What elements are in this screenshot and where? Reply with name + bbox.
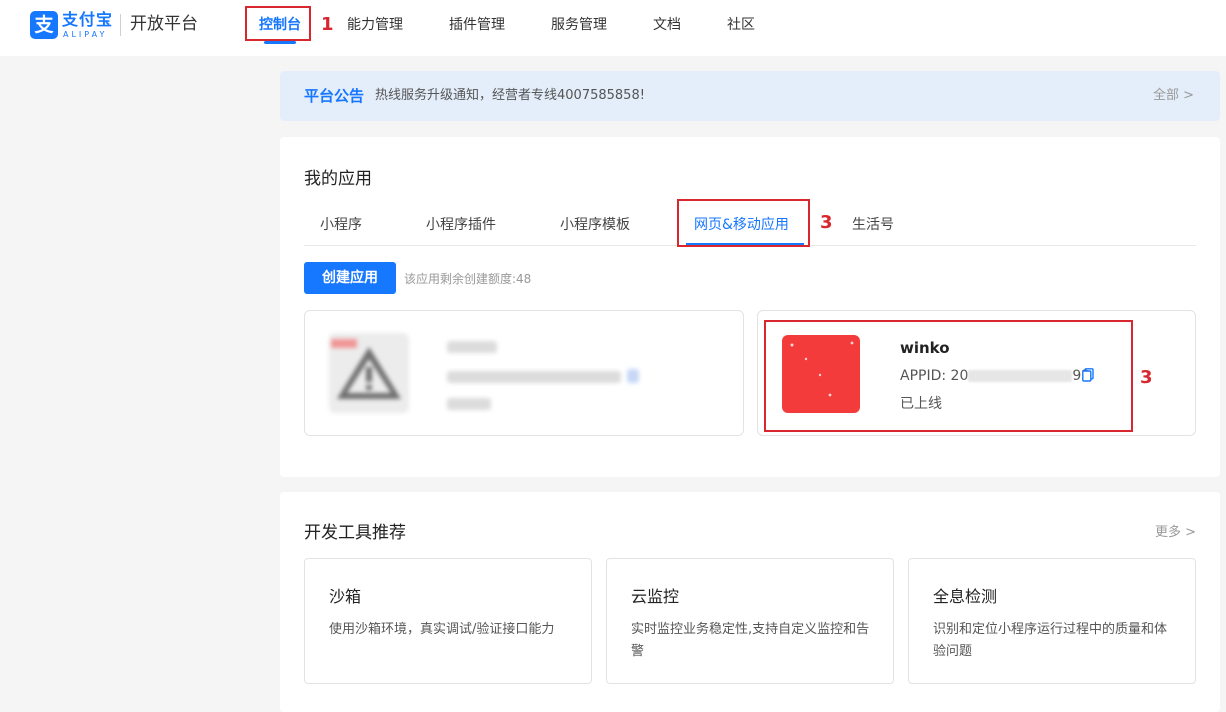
- tab-divider: [304, 245, 1196, 246]
- annotation-number-3-app: 3: [1140, 367, 1153, 388]
- top-navbar: 支 支付宝 ALIPAY 开放平台 控制台 能力管理 插件管理 服务管理 文档 …: [0, 0, 1226, 56]
- app-card-winko[interactable]: winko APPID: 20 92 已上线: [757, 310, 1196, 436]
- blurred-name: [447, 341, 497, 353]
- tab-miniprogram[interactable]: 小程序: [320, 216, 362, 234]
- dev-tools-more-link[interactable]: 更多 >: [1155, 525, 1196, 541]
- nav-capability[interactable]: 能力管理: [347, 16, 403, 34]
- tool-desc: 识别和定位小程序运行过程中的质量和体验问题: [933, 622, 1168, 659]
- annotation-number-3-tab: 3: [820, 212, 833, 233]
- dev-tools-title: 开发工具推荐: [304, 523, 406, 543]
- tool-title: 沙箱: [329, 587, 362, 606]
- tool-card-sandbox[interactable]: 沙箱 使用沙箱环境，真实调试/验证接口能力: [304, 558, 592, 684]
- tab-web-mobile-app[interactable]: 网页&移动应用: [694, 216, 789, 234]
- create-app-button[interactable]: 创建应用: [304, 262, 396, 294]
- copy-icon[interactable]: [1082, 368, 1094, 382]
- my-apps-title: 我的应用: [304, 169, 372, 189]
- nav-plugin[interactable]: 插件管理: [449, 16, 505, 34]
- platform-title[interactable]: 开放平台: [130, 13, 198, 35]
- nav-community[interactable]: 社区: [727, 16, 755, 34]
- tool-card-cloud-monitor[interactable]: 云监控 实时监控业务稳定性,支持自定义监控和告警: [606, 558, 894, 684]
- create-quota-text: 该应用剩余创建额度:48: [404, 272, 532, 286]
- tab-active-indicator: [686, 243, 804, 245]
- notice-all-link[interactable]: 全部 >: [1153, 88, 1194, 104]
- warning-icon: [331, 339, 401, 399]
- appid-masked: [968, 370, 1073, 382]
- app-status: 已上线: [900, 396, 942, 412]
- tool-title: 云监控: [631, 587, 680, 606]
- tool-card-holographic-check[interactable]: 全息检测 识别和定位小程序运行过程中的质量和体验问题: [908, 558, 1196, 684]
- app-logo-icon: [790, 341, 854, 397]
- app-card-blurred[interactable]: [304, 310, 744, 436]
- logo-text[interactable]: 支付宝: [62, 11, 113, 29]
- nav-service[interactable]: 服务管理: [551, 16, 607, 34]
- tab-miniprogram-template[interactable]: 小程序模板: [560, 216, 630, 234]
- app-icon-blurred: [329, 333, 409, 413]
- blurred-appid: [447, 371, 621, 383]
- tool-desc: 实时监控业务稳定性,支持自定义监控和告警: [631, 622, 870, 659]
- app-id: APPID: 20 92: [900, 367, 1090, 385]
- annotation-number-1: 1: [321, 14, 334, 35]
- app-name[interactable]: winko: [900, 338, 950, 358]
- blurred-status: [447, 398, 491, 410]
- notice-title: 平台公告: [304, 87, 365, 105]
- tab-lifestyle-account[interactable]: 生活号: [852, 216, 894, 234]
- logo-divider: [120, 14, 121, 36]
- blurred-copy-icon: [627, 369, 639, 383]
- alipay-logo-icon[interactable]: 支: [30, 11, 58, 39]
- platform-notice: 平台公告 热线服务升级通知，经营者专线4007585858! 全部 >: [280, 71, 1220, 121]
- appid-prefix: APPID: 20: [900, 368, 969, 384]
- app-logo: [782, 335, 860, 413]
- tab-miniprogram-plugin[interactable]: 小程序插件: [426, 216, 496, 234]
- nav-docs[interactable]: 文档: [653, 16, 681, 34]
- logo-subtext: ALIPAY: [63, 30, 108, 39]
- tool-desc: 使用沙箱环境，真实调试/验证接口能力: [329, 622, 555, 637]
- nav-active-indicator: [264, 41, 296, 44]
- notice-text[interactable]: 热线服务升级通知，经营者专线4007585858!: [375, 88, 645, 104]
- tool-title: 全息检测: [933, 587, 998, 606]
- nav-console[interactable]: 控制台: [259, 16, 301, 34]
